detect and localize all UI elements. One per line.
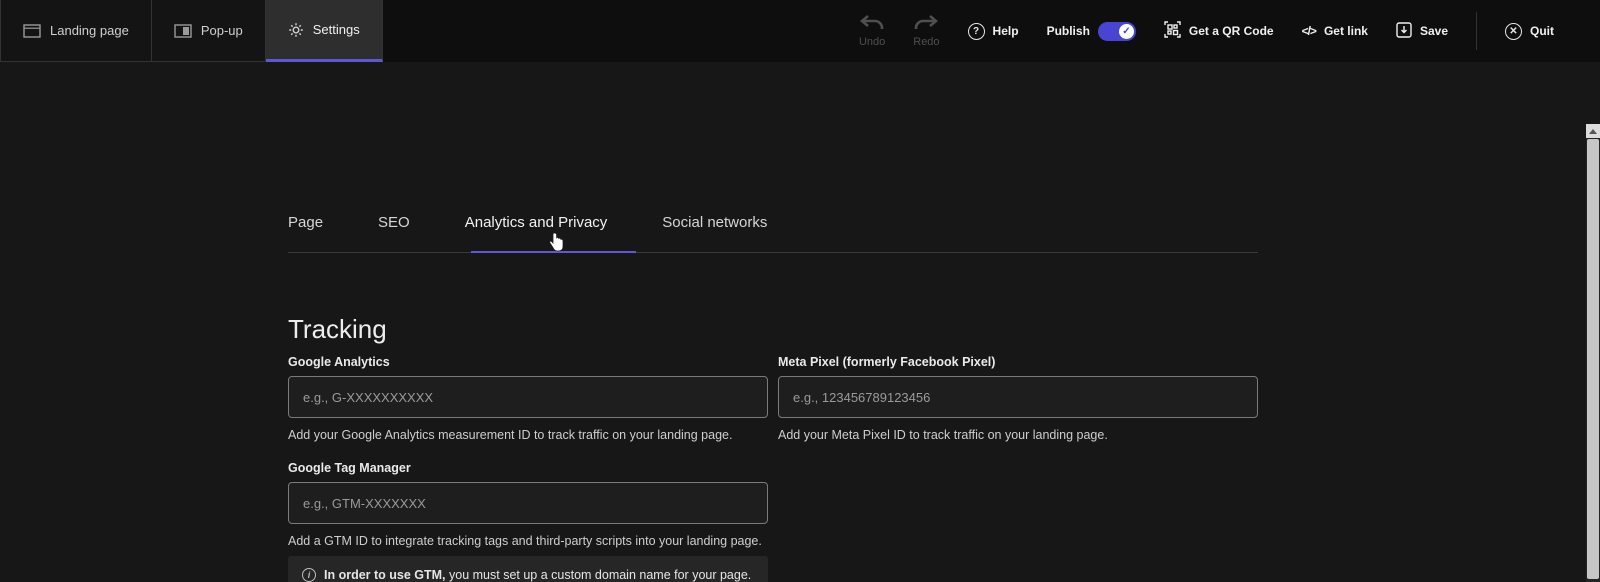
- topbar: Landing page Pop-up Settings Undo Red: [0, 0, 1600, 62]
- google-tag-manager-label: Google Tag Manager: [288, 461, 768, 475]
- meta-pixel-label: Meta Pixel (formerly Facebook Pixel): [778, 355, 1258, 369]
- scrollbar-up-arrow[interactable]: [1586, 124, 1600, 138]
- tab-social-networks[interactable]: Social networks: [662, 214, 767, 231]
- topbar-divider: [1476, 12, 1477, 50]
- tab-landing-page-label: Landing page: [50, 23, 129, 38]
- tab-popup-label: Pop-up: [201, 23, 243, 38]
- google-analytics-field-group: Google Analytics Add your Google Analyti…: [288, 355, 768, 442]
- scrollbar-thumb[interactable]: [1587, 139, 1599, 579]
- tab-analytics-privacy[interactable]: Analytics and Privacy: [465, 214, 608, 231]
- settings-page: Page SEO Analytics and Privacy Social ne…: [0, 62, 1600, 582]
- redo-icon: [914, 15, 938, 33]
- code-brackets-icon: </>: [1302, 24, 1316, 38]
- quit-icon: ✕: [1505, 23, 1522, 40]
- redo-label: Redo: [913, 36, 939, 48]
- meta-pixel-help-text: Add your Meta Pixel ID to track traffic …: [778, 428, 1258, 442]
- qr-code-icon: [1164, 21, 1181, 41]
- publish-label: Publish: [1047, 24, 1090, 38]
- get-qr-code-button[interactable]: Get a QR Code: [1164, 21, 1274, 41]
- quit-label: Quit: [1530, 24, 1554, 38]
- tab-settings-label: Settings: [313, 22, 360, 37]
- tab-settings[interactable]: Settings: [266, 0, 383, 62]
- tab-popup[interactable]: Pop-up: [152, 0, 266, 62]
- google-tag-manager-input[interactable]: [288, 482, 768, 524]
- get-qr-code-label: Get a QR Code: [1189, 24, 1274, 38]
- section-title: Tracking: [288, 314, 387, 345]
- meta-pixel-input[interactable]: [778, 376, 1258, 418]
- gear-icon: [288, 22, 304, 38]
- publish-toggle-check-icon: ✓: [1119, 24, 1134, 39]
- google-tag-manager-help-text: Add a GTM ID to integrate tracking tags …: [288, 534, 768, 548]
- settings-tabs: Page SEO Analytics and Privacy Social ne…: [288, 214, 767, 231]
- tab-page[interactable]: Page: [288, 214, 323, 231]
- editor-mode-tabs: Landing page Pop-up Settings: [0, 0, 383, 62]
- mouse-cursor-icon: [549, 232, 565, 257]
- vertical-scrollbar: [1586, 124, 1600, 582]
- google-analytics-help-text: Add your Google Analytics measurement ID…: [288, 428, 768, 442]
- save-label: Save: [1420, 24, 1448, 38]
- save-icon: [1396, 22, 1412, 41]
- gtm-notice-rest: you must set up a custom domain name for…: [446, 568, 752, 582]
- undo-icon: [860, 15, 884, 33]
- quit-button[interactable]: ✕ Quit: [1505, 23, 1554, 40]
- google-tag-manager-field-group: Google Tag Manager Add a GTM ID to integ…: [288, 461, 768, 548]
- gtm-domain-notice: i In order to use GTM, you must set up a…: [288, 556, 768, 582]
- topbar-actions: Undo Redo ? Help Publish ✓: [859, 0, 1600, 62]
- popup-icon: [174, 24, 192, 38]
- get-link-label: Get link: [1324, 24, 1368, 38]
- get-link-button[interactable]: </> Get link: [1302, 24, 1368, 38]
- gtm-notice-text: In order to use GTM, you must set up a c…: [324, 567, 751, 582]
- help-button[interactable]: ? Help: [968, 23, 1019, 40]
- help-label: Help: [993, 24, 1019, 38]
- google-analytics-input[interactable]: [288, 376, 768, 418]
- undo-button[interactable]: Undo: [859, 15, 885, 48]
- gtm-notice-bold: In order to use GTM,: [324, 568, 446, 582]
- landing-page-icon: [23, 24, 41, 38]
- info-icon: i: [302, 568, 316, 582]
- redo-button[interactable]: Redo: [913, 15, 939, 48]
- tab-seo[interactable]: SEO: [378, 214, 410, 231]
- save-button[interactable]: Save: [1396, 22, 1448, 41]
- undo-label: Undo: [859, 36, 885, 48]
- publish-toggle[interactable]: ✓: [1098, 22, 1136, 41]
- tab-landing-page[interactable]: Landing page: [0, 0, 152, 62]
- meta-pixel-field-group: Meta Pixel (formerly Facebook Pixel) Add…: [778, 355, 1258, 442]
- tabs-baseline-divider: [288, 252, 1258, 253]
- help-icon: ?: [968, 23, 985, 40]
- publish-control: Publish ✓: [1047, 22, 1136, 41]
- google-analytics-label: Google Analytics: [288, 355, 768, 369]
